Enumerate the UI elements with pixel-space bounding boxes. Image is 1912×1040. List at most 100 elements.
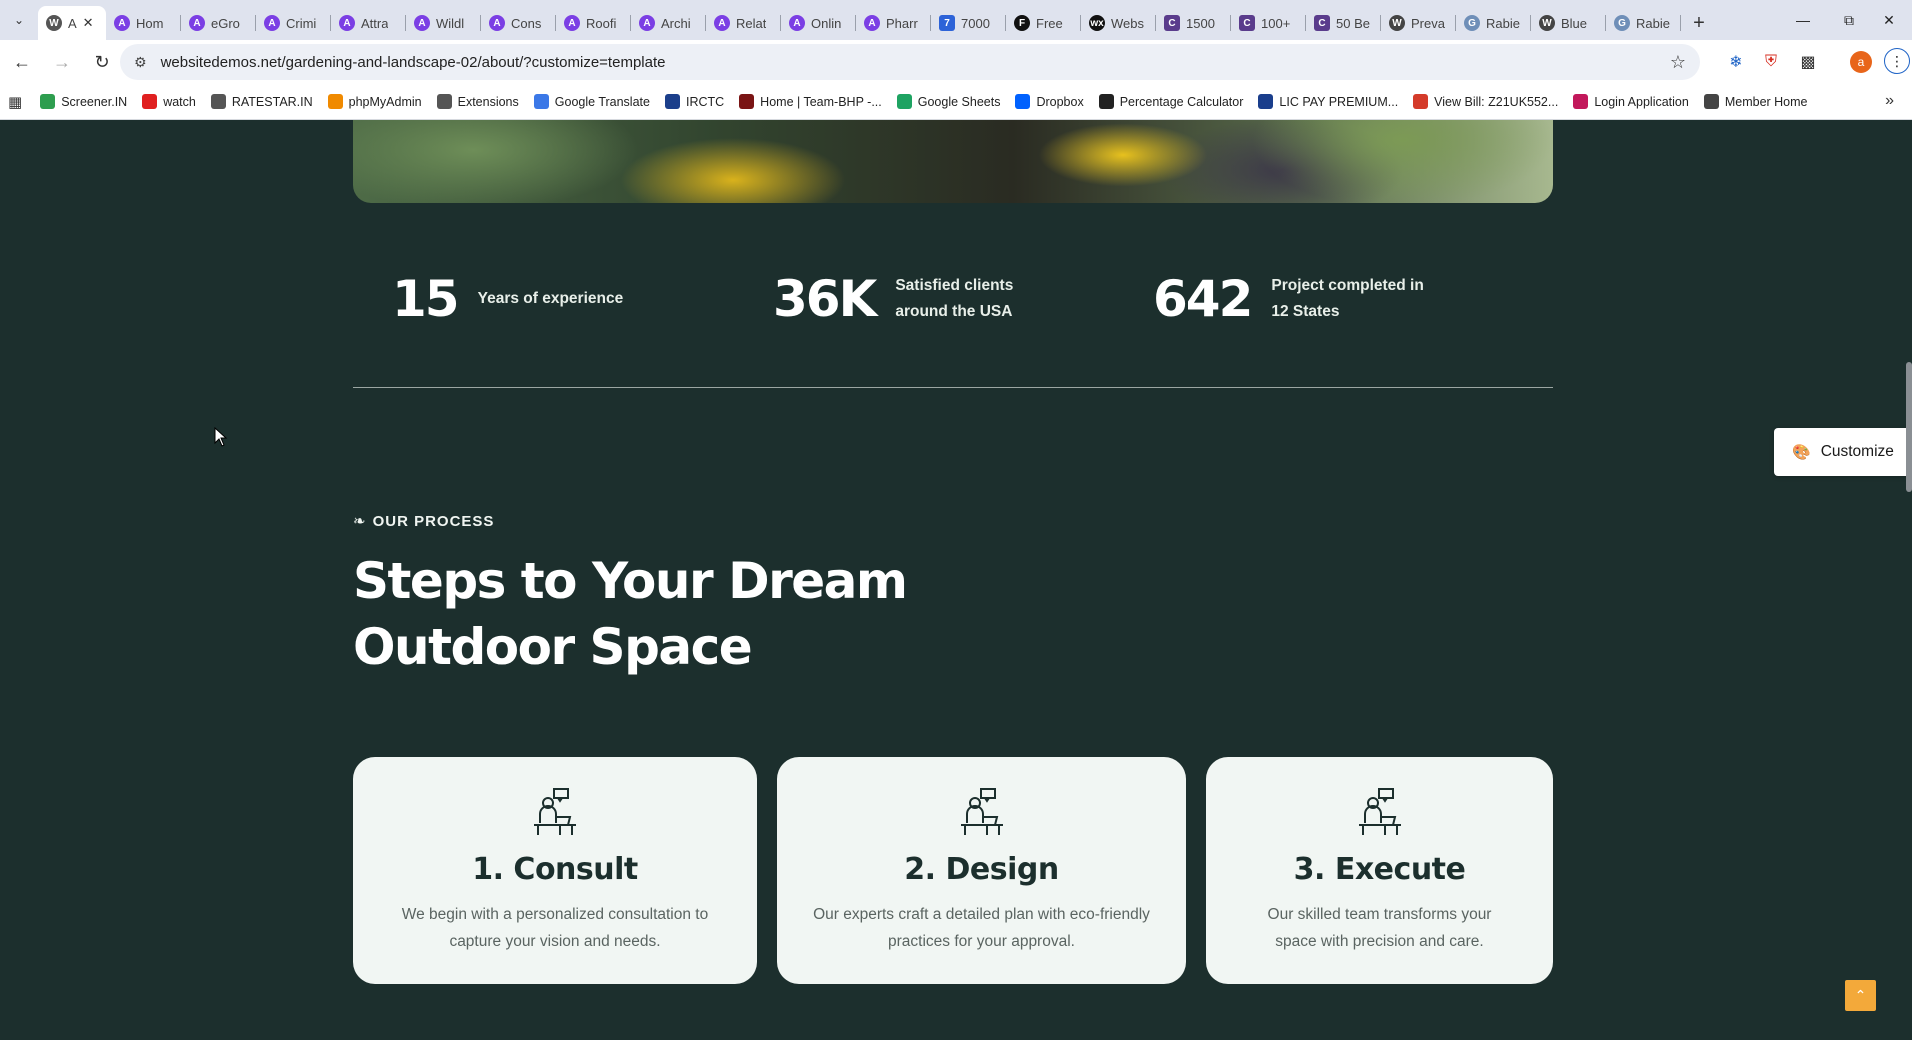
bookmark-label: Percentage Calculator — [1119, 94, 1244, 109]
browser-tab[interactable]: C 100+ — [1231, 6, 1306, 40]
tab-title: Crimi — [286, 15, 317, 31]
step-card-execute: 3. Execute Our skilled team transforms y… — [1206, 757, 1553, 984]
astra-icon: A — [639, 15, 655, 31]
browser-tab[interactable]: A Hom — [106, 6, 181, 40]
bookmark-item[interactable]: RATESTAR.IN — [210, 94, 313, 109]
browser-tab[interactable]: A Wildl — [406, 6, 481, 40]
bookmark-item[interactable]: Extensions — [436, 94, 519, 109]
browser-tab[interactable]: C 50 Be — [1306, 6, 1381, 40]
bookmark-favicon-icon — [1258, 94, 1274, 109]
minimize-icon[interactable]: — — [1780, 0, 1826, 40]
tab-search-chevron-icon[interactable]: ⌄ — [0, 0, 38, 40]
bookmarks-bar: ▦ Screener.IN watch RATESTAR.IN phpMyAdmin E… — [0, 84, 1912, 120]
bookmark-star-icon[interactable]: ☆ — [1670, 52, 1686, 73]
tab-title: Preva — [1411, 15, 1445, 31]
browser-tab[interactable]: A Relat — [706, 6, 781, 40]
step-card-design: 2. Design Our experts craft a detailed p… — [777, 757, 1186, 984]
tab-title: Pharr — [886, 15, 918, 31]
bookmark-label: Login Application — [1594, 94, 1689, 109]
extension-shield-icon[interactable]: ⛨ — [1757, 48, 1785, 76]
page-scrollbar[interactable] — [1906, 362, 1912, 492]
browser-tab[interactable]: G Rabie — [1606, 6, 1681, 40]
scroll-to-top-button[interactable]: ⌃ — [1845, 980, 1876, 1011]
close-tab-icon[interactable]: ✕ — [83, 15, 94, 31]
forward-arrow-icon[interactable]: → — [44, 44, 80, 80]
bookmark-item[interactable]: Google Translate — [533, 94, 650, 109]
bookmark-favicon-icon — [436, 94, 452, 109]
astra-icon: A — [564, 15, 580, 31]
app-icon: 7 — [939, 15, 955, 31]
bookmark-item[interactable]: View Bill: Z21UK552... — [1413, 94, 1558, 109]
address-bar[interactable]: ⚙ websitedemos.net/gardening-and-landsca… — [120, 44, 1700, 80]
tab-list: W A ✕ A Hom AeGro A Crimi A Attra A Wildl A Cons A Roof… — [38, 0, 1681, 40]
bookmark-item[interactable]: Login Application — [1573, 94, 1689, 109]
tab-title: Hom — [136, 15, 164, 31]
extension-globe-icon[interactable]: ❄ — [1722, 48, 1750, 76]
tab-title: Rabie — [1636, 15, 1670, 31]
browser-tab[interactable]: A Onlin — [781, 6, 856, 40]
extensions-puzzle-icon[interactable]: ▩ — [1794, 48, 1822, 76]
bookmark-item[interactable]: Home | Team-BHP -... — [739, 94, 882, 109]
bookmark-favicon-icon — [739, 94, 755, 109]
browser-tab[interactable]: wx Webs — [1081, 6, 1156, 40]
bookmark-item[interactable]: watch — [142, 94, 196, 109]
bookmark-item[interactable]: Member Home — [1703, 94, 1808, 109]
bookmark-label: Dropbox — [1036, 94, 1084, 109]
bookmark-item[interactable]: Screener.IN — [40, 94, 127, 109]
browser-tab[interactable]: C 1500 — [1156, 6, 1231, 40]
customize-button[interactable]: 🎨 Customize — [1774, 428, 1912, 476]
browser-tab[interactable]: G Rabie — [1456, 6, 1531, 40]
browser-tab[interactable]: AeGro — [181, 6, 256, 40]
browser-tab[interactable]: 7 7000 — [931, 6, 1006, 40]
browser-tab-strip: ⌄ W A ✕ A Hom AeGro A Crimi A Attra A Wildl A Cons A Ro… — [0, 0, 1912, 40]
bookmark-favicon-icon — [327, 94, 343, 109]
bookmark-item[interactable]: IRCTC — [664, 94, 724, 109]
browser-tab[interactable]: F Free — [1006, 6, 1081, 40]
stats-row: 15 Years of experience 36K Satisfied cli… — [353, 260, 1553, 370]
close-window-icon[interactable]: ✕ — [1866, 0, 1912, 40]
chevron-up-icon: ⌃ — [1854, 987, 1867, 1003]
more-menu-icon[interactable]: ⋮ — [1884, 48, 1910, 74]
more-bookmarks-icon[interactable]: » — [1885, 92, 1894, 110]
bookmark-item[interactable]: Dropbox — [1015, 94, 1084, 109]
back-arrow-icon[interactable]: ← — [4, 44, 40, 80]
design-icon — [960, 788, 1003, 835]
browser-tab[interactable]: A Pharr — [856, 6, 931, 40]
step-text: We begin with a personalized consultatio… — [401, 906, 709, 950]
tab-title: 1500 — [1186, 15, 1215, 31]
browser-tab[interactable]: A Cons — [481, 6, 556, 40]
step-title: 3. Execute — [1293, 852, 1466, 887]
wikipedia-icon: W — [1389, 15, 1405, 31]
site-settings-icon[interactable]: ⚙ — [134, 54, 147, 71]
browser-tab[interactable]: A Attra — [331, 6, 406, 40]
bookmark-label: Home | Team-BHP -... — [760, 94, 882, 109]
browser-tab[interactable]: A Archi — [631, 6, 706, 40]
browser-tab[interactable]: W Preva — [1381, 6, 1456, 40]
bookmark-favicon-icon — [533, 94, 549, 109]
bookmark-item[interactable]: LIC PAY PREMIUM... — [1258, 94, 1398, 109]
bookmark-item[interactable]: phpMyAdmin — [327, 94, 422, 109]
profile-avatar[interactable]: a — [1847, 48, 1875, 76]
astra-icon: A — [339, 15, 355, 31]
browser-tab[interactable]: A Roofi — [556, 6, 631, 40]
tab-title: Webs — [1111, 15, 1144, 31]
bookmark-label: Extensions — [457, 94, 519, 109]
url-text[interactable]: websitedemos.net/gardening-and-landscape… — [161, 54, 666, 71]
bookmark-item[interactable]: Percentage Calculator — [1098, 94, 1244, 109]
bookmark-item[interactable]: Google Sheets — [896, 94, 1000, 109]
reload-icon[interactable]: ↻ — [84, 44, 120, 80]
tab-title: Archi — [661, 15, 691, 31]
apps-grid-icon[interactable]: ▦ — [8, 93, 22, 111]
new-tab-button[interactable]: + — [1681, 6, 1717, 40]
step-text: Our experts craft a detailed plan with e… — [813, 906, 1150, 950]
browser-tab[interactable]: W Blue — [1531, 6, 1606, 40]
browser-tab[interactable]: W A ✕ — [38, 6, 106, 40]
canva-icon: C — [1164, 15, 1180, 31]
astra-icon: A — [864, 15, 880, 31]
tab-title: 50 Be — [1336, 15, 1370, 31]
browser-tab[interactable]: A Crimi — [256, 6, 331, 40]
tab-title: Free — [1036, 15, 1063, 31]
web-page: 15 Years of experience 36K Satisfied cli… — [0, 120, 1912, 1040]
stat-label: Satisfied clients around the USA — [895, 277, 1014, 320]
stat-number: 642 — [1153, 270, 1253, 328]
